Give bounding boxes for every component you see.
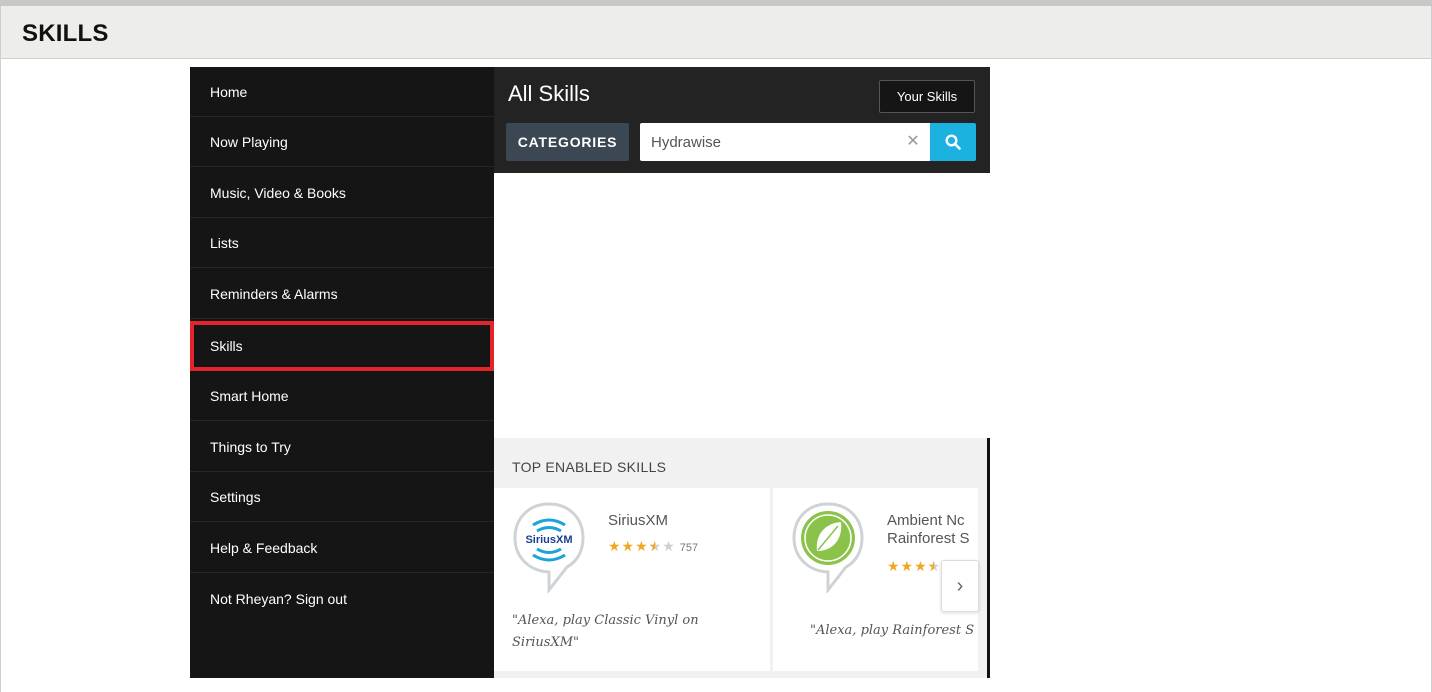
- sidebar: Home Now Playing Music, Video & Books Li…: [190, 67, 494, 678]
- sidebar-item-music-video-books[interactable]: Music, Video & Books: [190, 168, 494, 218]
- sidebar-item-smart-home[interactable]: Smart Home: [190, 371, 494, 421]
- star-rating: ★★★★★: [887, 558, 941, 575]
- sidebar-item-now-playing[interactable]: Now Playing: [190, 117, 494, 167]
- main-panel: All Skills Your Skills CATEGORIES ✕ TOP …: [494, 67, 990, 678]
- siriusxm-logo-icon: SiriusXM: [513, 502, 585, 593]
- sidebar-item-lists[interactable]: Lists: [190, 218, 494, 268]
- panel-edge: [987, 438, 990, 678]
- skill-name: Ambient Nc Rainforest S: [887, 512, 970, 547]
- search-button[interactable]: [930, 123, 976, 161]
- sidebar-item-label: Things to Try: [210, 439, 291, 455]
- sidebar-item-label: Lists: [210, 235, 239, 251]
- carousel-next-button[interactable]: ›: [941, 560, 979, 612]
- half-star-icon: ★★: [927, 558, 942, 574]
- sidebar-item-sign-out[interactable]: Not Rheyan? Sign out: [190, 574, 494, 624]
- sidebar-item-skills[interactable]: Skills: [190, 321, 494, 371]
- skill-name: SiriusXM: [608, 512, 669, 529]
- top-enabled-skills: TOP ENABLED SKILLS SiriusXM SiriusXM ★★★…: [494, 438, 990, 678]
- sidebar-item-label: Skills: [210, 338, 243, 354]
- skill-quote: "Alexa, play Classic Vinyl on SiriusXM": [512, 613, 699, 650]
- leaf-logo-icon: [792, 502, 864, 593]
- sidebar-item-home[interactable]: Home: [190, 67, 494, 117]
- search-input[interactable]: [640, 123, 890, 161]
- skill-card-siriusxm[interactable]: SiriusXM SiriusXM ★★★★★★757 "Alexa, play…: [494, 488, 770, 671]
- star-empty-icon: ★: [662, 538, 676, 554]
- skill-quote: "Alexa, play Rainforest S: [810, 623, 975, 638]
- chevron-right-icon: ›: [956, 575, 964, 597]
- close-icon[interactable]: ✕: [898, 123, 928, 161]
- sidebar-item-help-feedback[interactable]: Help & Feedback: [190, 523, 494, 573]
- sidebar-item-label: Help & Feedback: [210, 540, 318, 556]
- half-star-icon: ★★: [648, 538, 663, 554]
- section-heading: All Skills: [508, 81, 590, 106]
- star-rating: ★★★★★★757: [608, 538, 698, 555]
- sidebar-item-label: Music, Video & Books: [210, 185, 346, 201]
- sidebar-item-reminders-alarms[interactable]: Reminders & Alarms: [190, 269, 494, 319]
- sidebar-item-label: Now Playing: [210, 134, 288, 150]
- section-title: TOP ENABLED SKILLS: [512, 459, 667, 475]
- sidebar-item-label: Smart Home: [210, 388, 289, 404]
- search-box: ✕: [640, 123, 930, 161]
- search-icon: [945, 134, 961, 150]
- sidebar-item-things-to-try[interactable]: Things to Try: [190, 422, 494, 472]
- sidebar-item-label: Reminders & Alarms: [210, 286, 338, 302]
- categories-button[interactable]: CATEGORIES: [506, 123, 629, 161]
- star-icon: ★★★: [887, 558, 928, 574]
- sidebar-item-settings[interactable]: Settings: [190, 472, 494, 522]
- sidebar-item-label: Settings: [210, 489, 261, 505]
- your-skills-button[interactable]: Your Skills: [879, 80, 975, 113]
- page-title: SKILLS: [22, 20, 109, 47]
- sidebar-item-label: Not Rheyan? Sign out: [210, 591, 347, 607]
- sidebar-item-label: Home: [210, 84, 248, 100]
- review-count: 757: [679, 542, 699, 554]
- svg-text:SiriusXM: SiriusXM: [525, 534, 572, 546]
- skills-header: All Skills Your Skills CATEGORIES ✕: [494, 67, 990, 173]
- title-bar: SKILLS: [0, 6, 1432, 59]
- star-icon: ★★★: [608, 538, 649, 554]
